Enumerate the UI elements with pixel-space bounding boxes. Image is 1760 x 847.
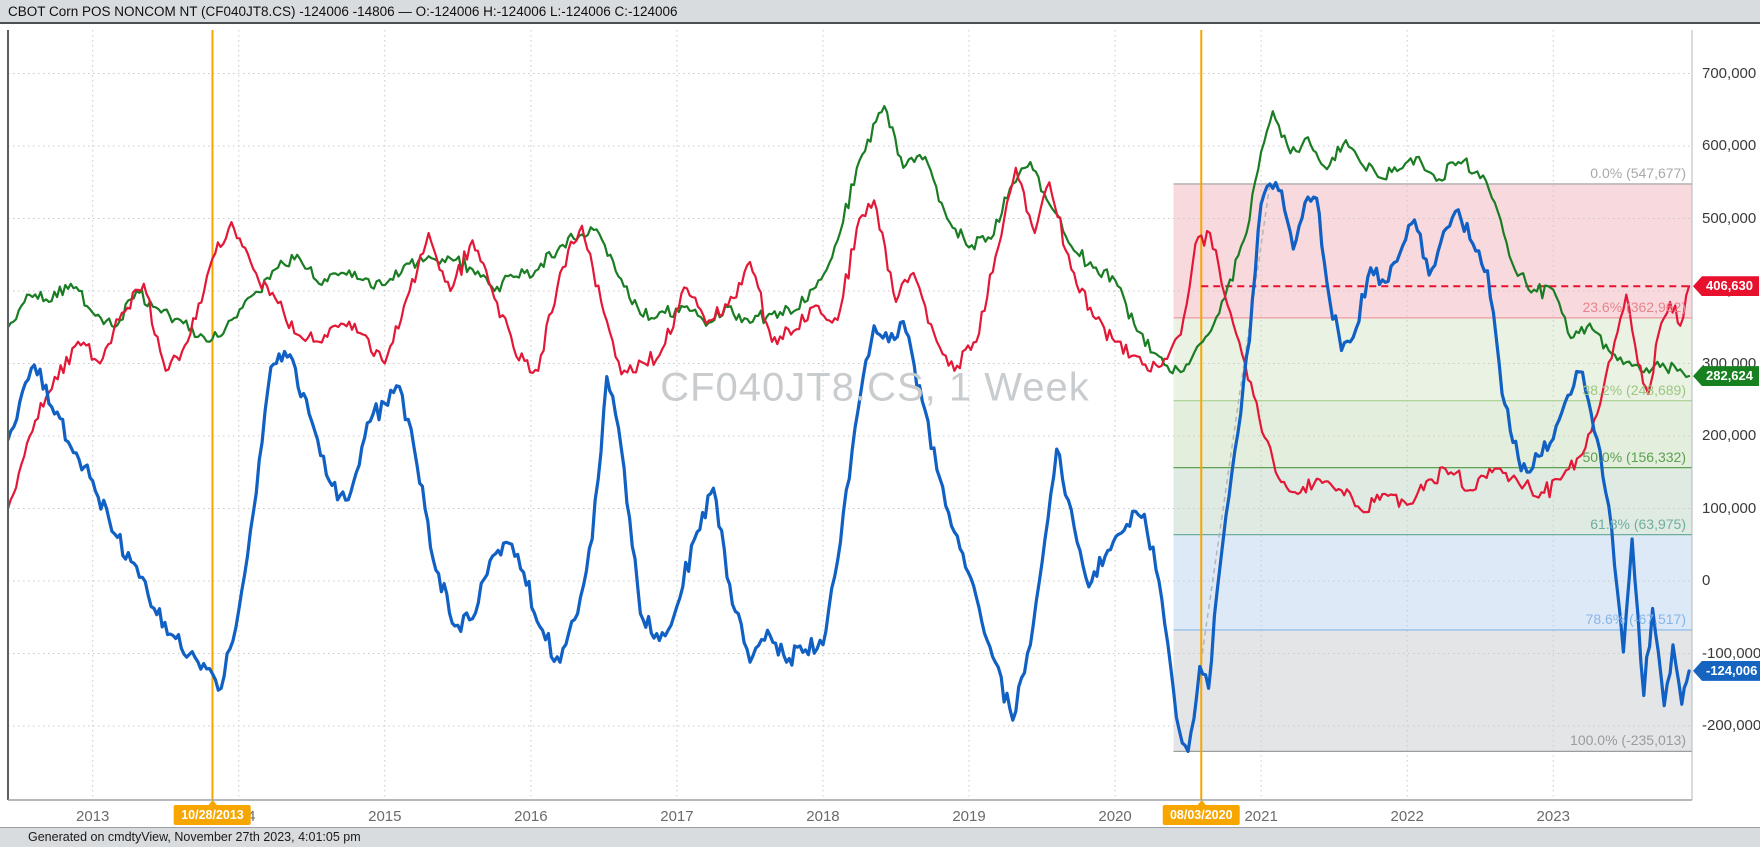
- chart-window: CBOT Corn POS NONCOM NT (CF040JT8.CS) -1…: [0, 0, 1760, 847]
- x-axis-year-label-2022: 2022: [1390, 808, 1424, 825]
- date-marker-notch: [1196, 800, 1207, 806]
- fib-level-label-2: 38.2% (248,689): [1582, 381, 1686, 398]
- x-axis-year-label-2018: 2018: [806, 808, 840, 825]
- y-axis-tick-label-1: 600,000: [1702, 137, 1757, 154]
- y-axis-tick-label-7: 0: [1702, 572, 1711, 589]
- x-axis-year-label-2020: 2020: [1098, 808, 1132, 825]
- y-axis-tick-label-5: 200,000: [1702, 427, 1757, 444]
- date-marker-notch: [207, 800, 218, 806]
- fib-level-label-3: 50.0% (156,332): [1582, 448, 1686, 465]
- x-axis-year-label-2019: 2019: [952, 808, 986, 825]
- chart-plot-area[interactable]: [0, 0, 1760, 847]
- x-axis-year-label-2017: 2017: [660, 808, 694, 825]
- y-axis-tick-label-9: -200,000: [1702, 717, 1760, 734]
- y-axis-tick-label-2: 500,000: [1702, 209, 1757, 227]
- fib-level-label-0: 0.0% (547,677): [1590, 164, 1686, 181]
- x-axis-year-label-2013: 2013: [76, 808, 110, 825]
- fib-level-label-5: 78.6% (-67,517): [1585, 610, 1686, 627]
- y-axis-tick-label-0: 700,000: [1702, 64, 1757, 82]
- fib-level-label-6: 100.0% (-235,013): [1570, 732, 1686, 749]
- chart-watermark: CF040JT8.CS, 1 Week: [660, 365, 1090, 410]
- status-text: Generated on cmdtyView, November 27th 20…: [28, 830, 361, 844]
- y-axis-tick-label-8: -100,000: [1702, 644, 1760, 662]
- x-axis-year-label-2015: 2015: [368, 808, 402, 825]
- date-marker-badge-1[interactable]: 08/03/2020: [1162, 800, 1240, 825]
- x-axis-year-label-2023: 2023: [1536, 808, 1570, 825]
- date-marker-badge-0[interactable]: 10/28/2013: [174, 800, 251, 825]
- last-price-badge-0: 406,630: [1693, 276, 1759, 297]
- last-price-badge-2: -124,006: [1693, 660, 1760, 681]
- last-price-badge-1: 282,624: [1693, 366, 1759, 387]
- fib-level-label-1: 23.6% (362,962): [1582, 298, 1686, 315]
- status-bar: Generated on cmdtyView, November 27th 20…: [0, 827, 1760, 847]
- x-axis-year-label-2021: 2021: [1244, 808, 1278, 825]
- fib-level-label-4: 61.8% (63,975): [1590, 515, 1686, 532]
- x-axis-year-label-2016: 2016: [514, 808, 548, 825]
- y-axis-tick-label-6: 100,000: [1702, 499, 1757, 517]
